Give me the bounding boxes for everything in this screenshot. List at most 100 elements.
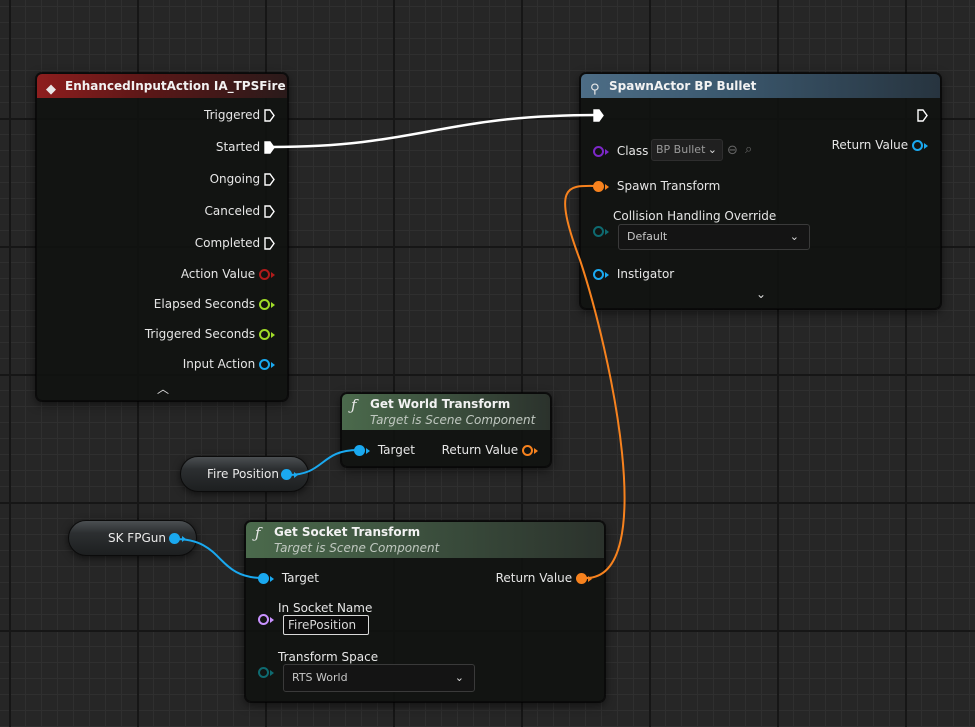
- pin-instigator[interactable]: Instigator: [593, 267, 674, 281]
- collision-handling-select[interactable]: Default ⌄: [618, 224, 810, 250]
- spawn-actor-icon: ⚲: [590, 82, 600, 97]
- enum-pin-icon[interactable]: [258, 667, 269, 678]
- pin-return-value[interactable]: Return Value: [442, 443, 538, 457]
- event-node-header[interactable]: ◆ EnhancedInputAction IA_TPSFire: [37, 74, 287, 98]
- pin-target[interactable]: Target: [354, 443, 415, 457]
- pin-arrow-icon: [271, 331, 275, 338]
- function-icon: ƒ: [351, 396, 357, 414]
- transform-space-value: RTS World: [292, 671, 348, 684]
- fire-position-variable[interactable]: Fire Position: [180, 456, 309, 492]
- transform-space-label: Transform Space: [278, 650, 379, 664]
- object-pin-icon[interactable]: [593, 269, 604, 280]
- transform-pin-icon[interactable]: [522, 445, 533, 456]
- pin-exec-in[interactable]: [593, 108, 604, 122]
- object-pin-icon[interactable]: [281, 469, 292, 480]
- spawn-node-header[interactable]: ⚲ SpawnActor BP Bullet: [581, 74, 940, 98]
- pin-return-value[interactable]: Return Value: [832, 138, 928, 152]
- chevron-up-icon[interactable]: ︿: [157, 380, 169, 397]
- event-node-title: EnhancedInputAction IA_TPSFire: [65, 79, 286, 93]
- use-selected-asset-icon[interactable]: ⊖: [727, 143, 738, 158]
- chevron-down-icon[interactable]: ⌄: [756, 287, 766, 301]
- pin-triggered[interactable]: Triggered: [204, 108, 275, 122]
- object-pin-icon[interactable]: [259, 359, 270, 370]
- pin-spawn-transform[interactable]: Spawn Transform: [593, 179, 720, 193]
- exec-pin-icon[interactable]: [593, 109, 604, 122]
- socket-transform-title: Get Socket Transform: [274, 525, 421, 539]
- pin-arrow-icon: [270, 669, 274, 676]
- pin-arrow-icon: [588, 575, 592, 582]
- exec-pin-icon[interactable]: [264, 173, 275, 186]
- enum-pin-icon[interactable]: [593, 226, 604, 237]
- spawn-actor-node[interactable]: ⚲ SpawnActor BP Bullet Class BP Bullet ⌄…: [580, 73, 941, 309]
- pin-canceled[interactable]: Canceled: [205, 204, 275, 218]
- pin-in-socket-name[interactable]: [258, 612, 274, 626]
- chevron-down-icon: ⌄: [454, 671, 464, 684]
- exec-pin-icon[interactable]: [264, 141, 275, 154]
- object-pin-icon[interactable]: [354, 445, 365, 456]
- transform-pin-icon[interactable]: [593, 181, 604, 192]
- browse-asset-icon[interactable]: ⌕: [745, 142, 752, 157]
- transform-space-select[interactable]: RTS World ⌄: [283, 664, 475, 692]
- get-world-transform-node[interactable]: ƒ Get World Transform Target is Scene Co…: [341, 393, 551, 467]
- pin-collision-handling[interactable]: [593, 224, 609, 238]
- pin-arrow-icon: [182, 536, 186, 542]
- class-select-value: BP Bullet: [656, 143, 706, 156]
- pin-ongoing[interactable]: Ongoing: [210, 172, 275, 186]
- pin-triggered-seconds[interactable]: Triggered Seconds: [145, 327, 275, 341]
- float-pin-icon[interactable]: [259, 299, 270, 310]
- world-transform-header[interactable]: ƒ Get World Transform Target is Scene Co…: [342, 394, 550, 430]
- pin-label: Started: [215, 140, 261, 154]
- pin-label: Instigator: [616, 267, 675, 281]
- function-icon: ƒ: [255, 524, 261, 542]
- pin-target[interactable]: Target: [258, 571, 319, 585]
- pin-arrow-icon: [605, 183, 609, 190]
- variable-label: SK FPGun: [108, 531, 166, 545]
- pin-label: Target: [281, 571, 319, 585]
- socket-transform-subtitle: Target is Scene Component: [274, 541, 440, 555]
- transform-pin-icon[interactable]: [576, 573, 587, 584]
- pin-label: Action Value: [180, 267, 256, 281]
- pin-label: Return Value: [495, 571, 573, 585]
- exec-pin-icon[interactable]: [264, 237, 275, 250]
- pin-arrow-icon: [605, 271, 609, 278]
- class-pin-icon[interactable]: [593, 146, 604, 157]
- enhanced-input-action-node[interactable]: ◆ EnhancedInputAction IA_TPSFire Trigger…: [36, 73, 288, 401]
- get-socket-transform-node[interactable]: ƒ Get Socket Transform Target is Scene C…: [245, 521, 605, 702]
- object-pin-icon[interactable]: [258, 573, 269, 584]
- chevron-down-icon: ⌄: [789, 230, 799, 243]
- class-select[interactable]: BP Bullet ⌄: [651, 139, 723, 161]
- pin-label: Elapsed Seconds: [153, 297, 256, 311]
- socket-transform-header[interactable]: ƒ Get Socket Transform Target is Scene C…: [246, 522, 604, 558]
- float-pin-icon[interactable]: [259, 329, 270, 340]
- exec-pin-icon[interactable]: [264, 109, 275, 122]
- exec-wire-started-to-spawn[interactable]: [271, 113, 599, 149]
- pin-arrow-icon: [366, 447, 370, 454]
- world-transform-title: Get World Transform: [370, 397, 511, 411]
- pin-arrow-icon: [270, 616, 274, 623]
- pin-arrow-icon: [270, 575, 274, 582]
- pin-exec-out[interactable]: [917, 108, 928, 122]
- pin-return-value[interactable]: Return Value: [496, 571, 592, 585]
- name-pin-icon[interactable]: [258, 614, 269, 625]
- pin-elapsed-seconds[interactable]: Elapsed Seconds: [154, 297, 275, 311]
- pin-arrow-icon: [605, 148, 609, 155]
- pin-label: Ongoing: [209, 172, 261, 186]
- diamond-event-icon: ◆: [46, 82, 56, 97]
- pin-transform-space[interactable]: [258, 665, 274, 679]
- pin-started[interactable]: Started: [216, 140, 275, 154]
- pin-action-value[interactable]: Action Value: [181, 267, 275, 281]
- object-pin-icon[interactable]: [912, 140, 923, 151]
- exec-pin-icon[interactable]: [264, 205, 275, 218]
- pin-label: Canceled: [204, 204, 261, 218]
- socket-name-input[interactable]: FirePosition: [283, 615, 369, 635]
- pin-completed[interactable]: Completed: [195, 236, 275, 250]
- exec-pin-icon[interactable]: [917, 109, 928, 122]
- pin-arrow-icon: [605, 228, 609, 235]
- pin-label: Return Value: [441, 443, 519, 457]
- pin-class[interactable]: Class: [593, 144, 648, 158]
- object-pin-icon[interactable]: [169, 533, 180, 544]
- struct-pin-icon[interactable]: [259, 269, 270, 280]
- pin-input-action[interactable]: Input Action: [183, 357, 275, 371]
- pin-arrow-icon: [294, 472, 298, 478]
- sk-fpgun-variable[interactable]: SK FPGun: [68, 520, 197, 556]
